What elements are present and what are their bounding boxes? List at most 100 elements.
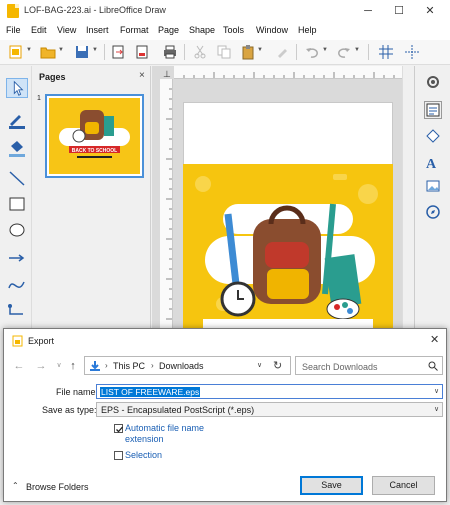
line-color-icon[interactable] <box>6 110 28 130</box>
back-to-school-illustration <box>183 164 393 331</box>
connector-tool-icon[interactable] <box>6 302 28 322</box>
redo-icon[interactable] <box>336 44 352 60</box>
pages-pane-title: Pages <box>39 72 66 82</box>
selection-label[interactable]: Selection <box>125 450 162 460</box>
toolbar-separator <box>368 44 369 60</box>
export-icon[interactable] <box>110 44 126 60</box>
arrow-line-tool-icon[interactable] <box>6 248 28 268</box>
menu-help[interactable]: Help <box>298 25 317 35</box>
menu-insert[interactable]: Insert <box>86 25 109 35</box>
libreoffice-dialog-icon <box>12 335 23 347</box>
redo-dropdown-arrow[interactable]: ▼ <box>354 47 360 57</box>
drawing-toolbar <box>0 66 32 331</box>
save-button[interactable]: Save <box>300 476 363 495</box>
window-title: LOF-BAG-223.ai - LibreOffice Draw <box>24 5 166 15</box>
print-icon[interactable] <box>162 44 178 60</box>
refresh-icon[interactable]: ↻ <box>273 359 282 372</box>
export-dialog: Export ✕ ← → ∨ ↑ › This PC › Downloads ∨… <box>3 328 447 502</box>
minimize-button[interactable]: ─ <box>354 0 382 22</box>
menu-edit[interactable]: Edit <box>31 25 47 35</box>
thumbnail-artwork: BACK TO SCHOOL <box>49 98 140 174</box>
browse-folders-toggle[interactable]: Browse Folders <box>26 482 89 492</box>
helplines-icon[interactable] <box>404 44 420 60</box>
curve-tool-icon[interactable] <box>6 274 28 294</box>
maximize-button[interactable]: ☐ <box>385 0 413 22</box>
save-as-type-chevron-icon[interactable]: ∨ <box>434 405 439 413</box>
auto-extension-checkbox[interactable] <box>114 424 123 433</box>
undo-icon[interactable] <box>304 44 320 60</box>
breadcrumb-chevron-icon: › <box>105 361 108 370</box>
cut-icon[interactable] <box>192 44 208 60</box>
search-input[interactable] <box>302 361 422 372</box>
fill-color-icon[interactable] <box>6 138 28 158</box>
new-document-icon[interactable] <box>8 44 24 60</box>
downloads-folder-icon <box>90 361 100 371</box>
toolbar-separator <box>184 44 185 60</box>
navigator-icon[interactable] <box>425 204 441 220</box>
standard-toolbar: ▼ ▼ ▼ ▼ ▼ ▼ <box>0 40 450 65</box>
recent-locations-chevron-icon[interactable]: ∨ <box>52 359 66 373</box>
copy-icon[interactable] <box>216 44 232 60</box>
pages-pane-close-button[interactable]: × <box>139 70 145 81</box>
menu-tools[interactable]: Tools <box>223 25 244 35</box>
toolbar-separator <box>104 44 105 60</box>
select-pointer-icon[interactable] <box>6 78 28 98</box>
checkmark-icon <box>116 426 123 433</box>
menu-format[interactable]: Format <box>120 25 149 35</box>
title-bar: LOF-BAG-223.ai - LibreOffice Draw ─ ☐ ✕ <box>0 0 450 22</box>
clone-formatting-icon[interactable] <box>274 44 290 60</box>
file-name-value[interactable]: LIST OF FREEWARE.eps <box>100 387 201 397</box>
file-name-dropdown-chevron-icon[interactable]: ∨ <box>434 387 439 395</box>
undo-dropdown-arrow[interactable]: ▼ <box>322 47 328 57</box>
grid-icon[interactable] <box>378 44 394 60</box>
sidebar-settings-icon[interactable] <box>425 74 441 90</box>
save-dropdown-arrow[interactable]: ▼ <box>92 47 98 57</box>
selection-checkbox[interactable] <box>114 451 123 460</box>
paste-icon[interactable] <box>240 44 256 60</box>
close-window-button[interactable]: ✕ <box>416 0 444 22</box>
menu-page[interactable]: Page <box>158 25 179 35</box>
up-arrow-icon[interactable]: ↑ <box>66 359 80 373</box>
rectangle-tool-icon[interactable] <box>6 194 28 214</box>
gallery-icon[interactable] <box>425 178 441 194</box>
menu-view[interactable]: View <box>57 25 76 35</box>
line-tool-icon[interactable] <box>6 168 28 188</box>
file-name-field[interactable]: LIST OF FREEWARE.eps ∨ <box>96 384 443 399</box>
browse-folders-chevron-icon[interactable]: ⌃ <box>12 481 19 490</box>
menu-file[interactable]: File <box>6 25 21 35</box>
save-icon[interactable] <box>74 44 90 60</box>
properties-icon[interactable] <box>424 101 442 119</box>
ruler-origin-icon: ⊥ <box>163 69 171 79</box>
address-bar[interactable]: › This PC › Downloads ∨ ↻ <box>84 356 291 375</box>
search-box[interactable] <box>295 356 443 375</box>
page-thumbnail[interactable]: BACK TO SCHOOL <box>49 98 140 174</box>
cancel-button[interactable]: Cancel <box>372 476 435 495</box>
save-as-type-select[interactable]: EPS - Encapsulated PostScript (*.eps) ∨ <box>96 402 443 417</box>
breadcrumb-this-pc[interactable]: This PC <box>113 361 145 371</box>
thumbnail-caption: BACK TO SCHOOL <box>72 148 117 154</box>
page-artwork[interactable] <box>183 164 393 331</box>
back-arrow-icon[interactable]: ← <box>12 359 26 373</box>
search-icon[interactable] <box>428 361 438 371</box>
open-folder-icon[interactable] <box>40 44 56 60</box>
shapes-icon[interactable] <box>425 128 441 144</box>
ruler-ticks <box>166 88 172 320</box>
breadcrumb-downloads[interactable]: Downloads <box>159 361 204 371</box>
new-dropdown-arrow[interactable]: ▼ <box>26 47 32 57</box>
paste-dropdown-arrow[interactable]: ▼ <box>257 47 263 57</box>
address-dropdown-chevron-icon[interactable]: ∨ <box>257 361 262 369</box>
toolbar-separator <box>296 44 297 60</box>
menu-bar: File Edit View Insert Format Page Shape … <box>0 22 450 40</box>
forward-arrow-icon[interactable]: → <box>34 359 48 373</box>
dialog-title: Export <box>28 336 55 346</box>
dialog-close-button[interactable]: ✕ <box>430 333 439 346</box>
styles-icon[interactable]: A <box>425 154 441 170</box>
vertical-scrollbar[interactable] <box>402 66 414 331</box>
ellipse-tool-icon[interactable] <box>6 220 28 240</box>
page-number-label: 1 <box>37 95 41 102</box>
auto-extension-label[interactable]: Automatic file name extension <box>125 423 235 445</box>
open-dropdown-arrow[interactable]: ▼ <box>58 47 64 57</box>
menu-shape[interactable]: Shape <box>189 25 215 35</box>
export-pdf-icon[interactable] <box>134 44 150 60</box>
menu-window[interactable]: Window <box>256 25 288 35</box>
